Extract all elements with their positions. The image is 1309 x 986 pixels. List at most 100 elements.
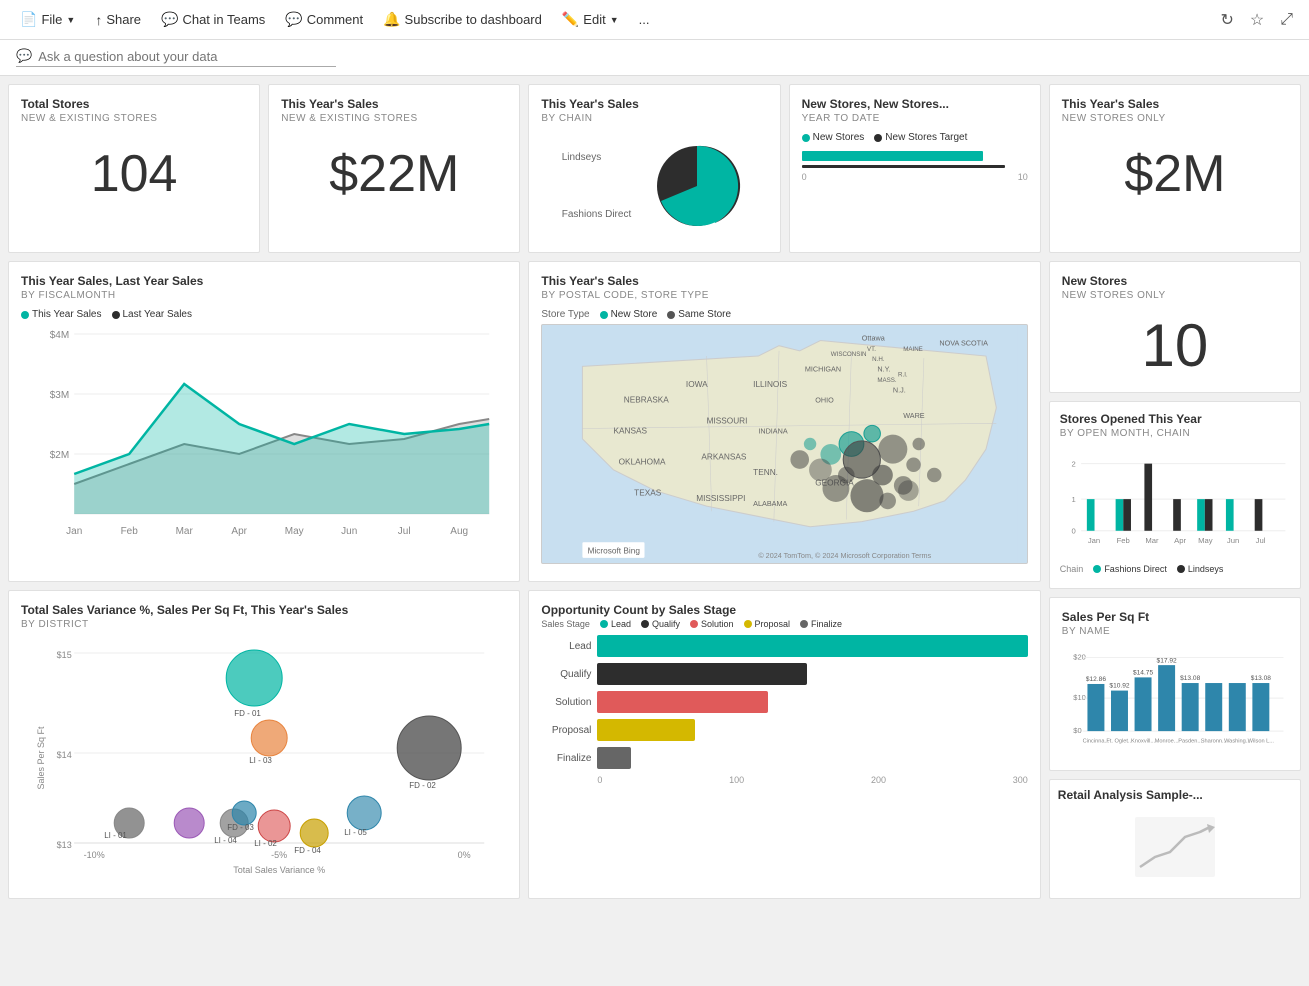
map-legend: Store Type New Store Same Store <box>541 309 1027 320</box>
new-stores-target-bar <box>802 165 1006 168</box>
map-card: This Year's Sales BY POSTAL CODE, STORE … <box>528 261 1040 582</box>
legend-solution: Solution <box>690 619 734 629</box>
pie-chart-svg <box>647 136 747 236</box>
new-store-label: New Store <box>611 309 658 320</box>
same-store-label: Same Store <box>678 309 731 320</box>
pie-label-lindseys: Lindseys <box>562 152 631 163</box>
svg-text:1: 1 <box>1071 495 1075 504</box>
svg-text:INDIANA: INDIANA <box>759 427 789 436</box>
bubble-chart-title: Total Sales Variance %, Sales Per Sq Ft,… <box>21 603 507 617</box>
bubble-chart-subtitle: BY DISTRICT <box>21 619 507 630</box>
new-only-title: This Year's Sales <box>1062 97 1288 111</box>
last-year-label: Last Year Sales <box>123 309 193 320</box>
favorite-icon[interactable]: ☆ <box>1246 6 1268 34</box>
stores-opened-legend: Chain Fashions Direct Lindseys <box>1060 564 1290 574</box>
sales-sqft-title: Sales Per Sq Ft <box>1062 610 1288 624</box>
teams-icon: 💬 <box>161 11 178 28</box>
opp-bar-qualify: Qualify <box>541 663 1027 685</box>
svg-text:Monroe...: Monroe... <box>1154 738 1178 744</box>
total-stores-value: 104 <box>21 144 247 204</box>
legend-new-stores: New Stores <box>802 132 865 143</box>
share-button[interactable]: ↑ Share <box>87 8 149 32</box>
retail-analysis-card[interactable]: Retail Analysis Sample-... <box>1049 779 1301 899</box>
refresh-icon[interactable]: ↻ <box>1216 6 1237 34</box>
this-year-sales-subtitle: NEW & EXISTING STORES <box>281 113 507 124</box>
new-stores-count-card: New Stores NEW STORES ONLY 10 <box>1049 261 1301 393</box>
svg-text:FD - 03: FD - 03 <box>227 823 254 832</box>
svg-text:MICHIGAN: MICHIGAN <box>805 365 841 374</box>
svg-text:2: 2 <box>1071 460 1075 469</box>
this-year-sales-card: This Year's Sales NEW & EXISTING STORES … <box>268 84 520 253</box>
fashions-dot <box>1093 565 1101 573</box>
svg-text:$3M: $3M <box>50 390 69 401</box>
svg-text:LI - 04: LI - 04 <box>214 836 237 845</box>
comment-button[interactable]: 💬 Comment <box>277 7 371 32</box>
opp-bar-proposal: Proposal <box>541 719 1027 741</box>
right-column: New Stores NEW STORES ONLY 10 Stores Ope… <box>1049 261 1301 899</box>
new-stores-count-value: 10 <box>1062 311 1288 380</box>
svg-text:LI - 03: LI - 03 <box>249 756 272 765</box>
comment-icon: 💬 <box>285 11 302 28</box>
svg-text:N.H.: N.H. <box>873 356 886 363</box>
solution-label: Solution <box>541 697 591 708</box>
lead-legend-label: Lead <box>611 619 631 629</box>
bubble-chart-svg: $15 $14 $13 Sales Per Sq Ft -10% -5% 0% … <box>21 638 507 878</box>
solution-dot <box>690 620 698 628</box>
new-stores-ytd-title: New Stores, New Stores... <box>802 97 1028 111</box>
svg-text:Feb: Feb <box>121 526 139 537</box>
finalize-dot <box>800 620 808 628</box>
finalize-label: Finalize <box>541 753 591 764</box>
qna-bar: 💬 <box>0 40 1309 76</box>
edit-button[interactable]: ✏️ Edit ▼ <box>554 7 627 32</box>
line-chart-legend: This Year Sales Last Year Sales <box>21 309 507 320</box>
sales-sqft-subtitle: BY NAME <box>1062 626 1288 637</box>
svg-text:FD - 04: FD - 04 <box>294 846 321 855</box>
lindseys-label: Lindseys <box>1188 564 1224 574</box>
fullscreen-icon[interactable]: ⤢ <box>1276 7 1297 33</box>
opp-bar-lead: Lead <box>541 635 1027 657</box>
file-menu[interactable]: 📄 File ▼ <box>12 7 83 32</box>
proposal-dot <box>744 620 752 628</box>
new-stores-target-legend-label: New Stores Target <box>885 132 967 143</box>
subscribe-button[interactable]: 🔔 Subscribe to dashboard <box>375 7 550 32</box>
svg-text:$15: $15 <box>57 650 72 660</box>
svg-text:IOWA: IOWA <box>686 380 708 389</box>
qna-input[interactable] <box>38 49 336 64</box>
legend-new-store: New Store <box>600 309 658 320</box>
legend-fashions: Fashions Direct <box>1093 564 1167 574</box>
svg-text:Apr: Apr <box>231 526 247 537</box>
finalize-legend-label: Finalize <box>811 619 842 629</box>
svg-text:MISSISSIPPI: MISSISSIPPI <box>697 494 746 503</box>
bubble-chart-card: Total Sales Variance %, Sales Per Sq Ft,… <box>8 590 520 899</box>
new-stores-legend-label: New Stores <box>813 132 865 143</box>
qna-input-container[interactable]: 💬 <box>16 48 336 67</box>
svg-text:LI - 05: LI - 05 <box>344 828 367 837</box>
svg-text:Knoxvill...: Knoxvill... <box>1131 738 1156 744</box>
svg-text:Jul: Jul <box>1255 536 1265 545</box>
more-button[interactable]: ... <box>631 8 658 31</box>
comment-label: Comment <box>307 12 363 27</box>
svg-text:Mar: Mar <box>1145 536 1159 545</box>
this-year-dot <box>21 311 29 319</box>
subscribe-icon: 🔔 <box>383 11 400 28</box>
line-chart-card: This Year Sales, Last Year Sales BY FISC… <box>8 261 520 582</box>
svg-text:$10: $10 <box>1073 693 1086 702</box>
solution-legend-label: Solution <box>701 619 734 629</box>
more-label: ... <box>639 12 650 27</box>
sales-chain-subtitle: BY CHAIN <box>541 113 767 124</box>
svg-text:$17.92: $17.92 <box>1156 657 1176 664</box>
svg-text:NEBRASKA: NEBRASKA <box>624 396 670 405</box>
ytd-bar-target <box>802 165 1028 168</box>
line-chart-subtitle: BY FISCALMONTH <box>21 290 507 301</box>
svg-text:Jun: Jun <box>341 526 357 537</box>
chat-in-teams-button[interactable]: 💬 Chat in Teams <box>153 7 273 32</box>
svg-text:ARKANSAS: ARKANSAS <box>702 453 748 462</box>
proposal-label: Proposal <box>541 725 591 736</box>
svg-text:© 2024 TomTom, © 2024 Microsof: © 2024 TomTom, © 2024 Microsoft Corporat… <box>759 551 932 560</box>
solution-bar <box>597 691 767 713</box>
line-chart-title: This Year Sales, Last Year Sales <box>21 274 507 288</box>
svg-text:N.J.: N.J. <box>893 385 906 394</box>
file-icon: 📄 <box>20 11 37 28</box>
svg-text:0: 0 <box>1071 527 1075 536</box>
new-stores-dot <box>802 134 810 142</box>
